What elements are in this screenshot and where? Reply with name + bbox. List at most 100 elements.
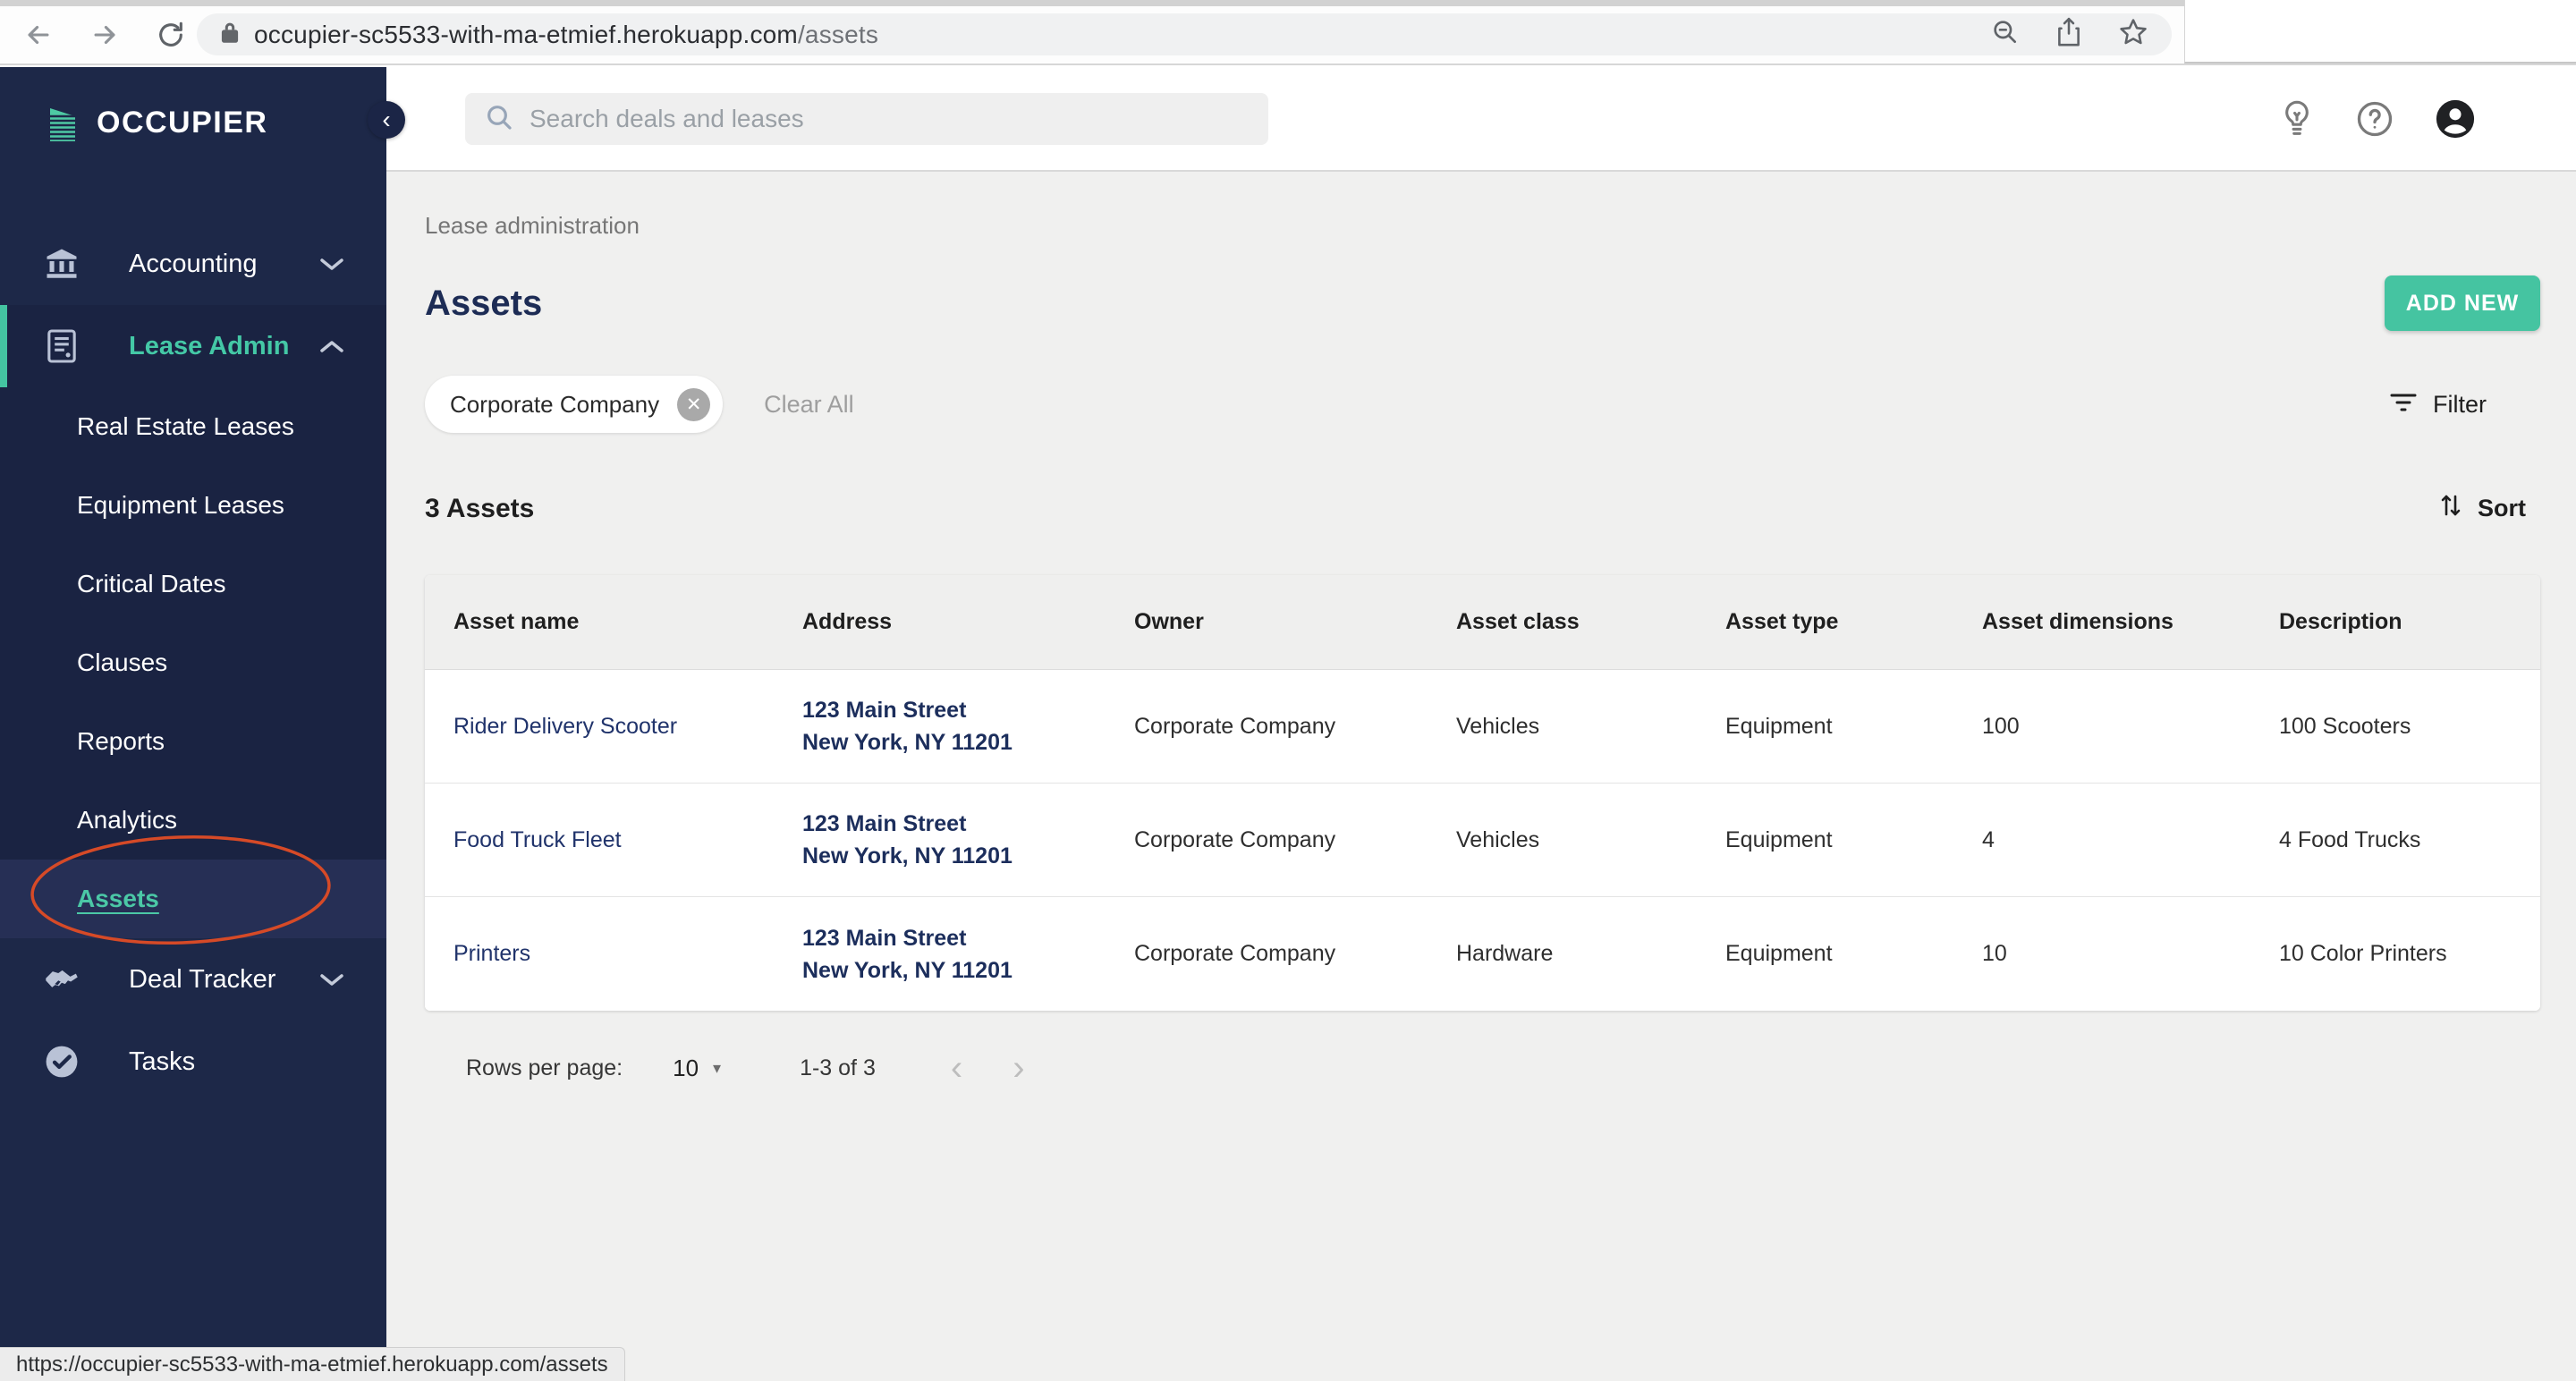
asset-address: 123 Main Street New York, NY 11201 — [802, 925, 1013, 983]
assets-table: Asset name Address Owner Asset class Ass… — [425, 575, 2540, 1011]
asset-dimensions: 100 — [1982, 713, 2020, 739]
link-status-bar: https://occupier-sc5533-with-ma-etmief.h… — [0, 1347, 625, 1381]
sidebar-item-lease-admin[interactable]: Lease Admin — [0, 305, 386, 387]
bookmark-star-icon[interactable] — [2118, 17, 2148, 52]
app-header — [386, 67, 2576, 172]
back-icon[interactable] — [23, 20, 54, 50]
asset-name-link[interactable]: Printers — [425, 941, 774, 967]
asset-owner: Corporate Company — [1134, 826, 1336, 852]
asset-dimensions: 10 — [1982, 941, 2007, 966]
sort-arrows-icon — [2438, 492, 2463, 525]
asset-type: Equipment — [1725, 826, 1833, 852]
table-header-row: Asset name Address Owner Asset class Ass… — [425, 575, 2540, 670]
asset-class: Hardware — [1456, 941, 1554, 966]
browser-toolbar: occupier-sc5533-with-ma-etmief.herokuapp… — [0, 0, 2576, 65]
asset-class: Vehicles — [1456, 713, 1540, 739]
url-text: occupier-sc5533-with-ma-etmief.herokuapp… — [254, 20, 879, 48]
sort-button[interactable]: Sort — [2438, 492, 2526, 525]
share-icon[interactable] — [2055, 17, 2082, 52]
asset-count: 3 Assets — [425, 493, 535, 523]
column-header-asset-name: Asset name — [453, 609, 580, 634]
asset-owner: Corporate Company — [1134, 713, 1336, 739]
asset-class: Vehicles — [1456, 826, 1540, 852]
sidebar-item-tasks[interactable]: Tasks — [0, 1021, 386, 1103]
sidebar-item-label: Accounting — [129, 249, 258, 278]
chevron-left-icon: ‹ — [382, 106, 391, 133]
funnel-icon — [2390, 391, 2417, 419]
table-row[interactable]: Printers 123 Main Street New York, NY 112… — [425, 897, 2540, 1011]
pagination: Rows per page: 10 ▾ 1-3 of 3 ‹ › — [425, 1050, 2540, 1086]
sidebar: OCCUPIER ‹ Accounting Lease Admin Real E… — [0, 67, 405, 1381]
help-icon[interactable] — [2356, 100, 2394, 138]
filter-button[interactable]: Filter — [2390, 391, 2487, 419]
chevron-down-icon — [318, 971, 345, 987]
asset-description: 100 Scooters — [2279, 713, 2411, 739]
asset-address: 123 Main Street New York, NY 11201 — [802, 698, 1013, 755]
sidebar-item-analytics[interactable]: Analytics — [0, 781, 386, 860]
main-content: Lease administration Assets ADD NEW Corp… — [386, 172, 2576, 1381]
previous-page-button[interactable]: ‹ — [951, 1050, 962, 1086]
asset-dimensions: 4 — [1982, 826, 1995, 852]
rows-per-page-select[interactable]: 10 ▾ — [673, 1055, 721, 1082]
table-row[interactable]: Food Truck Fleet 123 Main Street New York… — [425, 784, 2540, 897]
asset-type: Equipment — [1725, 941, 1833, 966]
sidebar-item-real-estate-leases[interactable]: Real Estate Leases — [0, 387, 386, 466]
column-header-asset-dimensions: Asset dimensions — [1982, 609, 2174, 634]
column-header-asset-type: Asset type — [1725, 609, 1839, 634]
rows-per-page-label: Rows per page: — [466, 1055, 623, 1080]
table-row[interactable]: Rider Delivery Scooter 123 Main Street Ne… — [425, 670, 2540, 784]
column-header-asset-class: Asset class — [1456, 609, 1580, 634]
zoom-out-icon[interactable] — [1991, 18, 2020, 51]
asset-type: Equipment — [1725, 713, 1833, 739]
dropdown-caret-icon: ▾ — [713, 1058, 722, 1077]
search-icon — [485, 103, 513, 136]
page-title: Assets — [425, 283, 543, 323]
asset-description: 4 Food Trucks — [2279, 826, 2421, 852]
logo: OCCUPIER — [0, 67, 386, 144]
lock-icon — [220, 21, 240, 48]
search-input[interactable] — [530, 105, 1249, 133]
column-header-owner: Owner — [1134, 609, 1204, 634]
sidebar-item-reports[interactable]: Reports — [0, 702, 386, 781]
forward-icon[interactable] — [89, 20, 120, 50]
asset-description: 10 Color Printers — [2279, 941, 2447, 966]
add-new-button[interactable]: ADD NEW — [2385, 275, 2540, 331]
lease-admin-submenu: Real Estate Leases Equipment Leases Crit… — [0, 387, 386, 938]
asset-name-link[interactable]: Food Truck Fleet — [425, 827, 774, 853]
account-avatar-icon[interactable] — [2435, 98, 2476, 140]
chip-remove-button[interactable]: ✕ — [677, 387, 711, 421]
filter-chip-corporate-company[interactable]: Corporate Company ✕ — [425, 376, 724, 433]
chevron-down-icon — [318, 256, 345, 272]
reload-icon[interactable] — [156, 20, 186, 50]
sidebar-item-equipment-leases[interactable]: Equipment Leases — [0, 466, 386, 545]
column-header-address: Address — [802, 609, 893, 634]
lightbulb-icon[interactable] — [2279, 99, 2315, 139]
occupier-logo-icon — [48, 98, 77, 148]
sidebar-item-label: Lease Admin — [129, 331, 290, 360]
bank-icon — [45, 249, 79, 279]
clear-all-button[interactable]: Clear All — [764, 391, 854, 419]
column-header-description: Description — [2279, 609, 2402, 634]
url-bar[interactable]: occupier-sc5533-with-ma-etmief.herokuapp… — [197, 13, 2172, 55]
search-box[interactable] — [465, 93, 1268, 145]
check-circle-icon — [45, 1045, 79, 1079]
next-page-button[interactable]: › — [1013, 1050, 1024, 1086]
lease-document-icon — [45, 328, 79, 364]
logo-text: OCCUPIER — [97, 105, 268, 140]
asset-name-link[interactable]: Rider Delivery Scooter — [425, 714, 774, 740]
pagination-range: 1-3 of 3 — [800, 1055, 876, 1080]
sidebar-item-critical-dates[interactable]: Critical Dates — [0, 545, 386, 623]
sidebar-item-clauses[interactable]: Clauses — [0, 623, 386, 702]
chevron-up-icon — [318, 338, 345, 354]
sidebar-collapse-button[interactable]: ‹ — [368, 101, 405, 139]
close-icon: ✕ — [685, 394, 702, 415]
sidebar-item-deal-tracker[interactable]: Deal Tracker — [0, 938, 386, 1021]
handshake-icon — [45, 967, 79, 992]
asset-owner: Corporate Company — [1134, 941, 1336, 966]
sidebar-item-accounting[interactable]: Accounting — [0, 223, 386, 305]
overlapping-window-corner — [2184, 0, 2576, 64]
asset-address: 123 Main Street New York, NY 11201 — [802, 811, 1013, 868]
breadcrumb: Lease administration — [425, 212, 640, 239]
sidebar-item-assets[interactable]: Assets — [0, 860, 386, 938]
sidebar-item-label: Deal Tracker — [129, 964, 276, 994]
